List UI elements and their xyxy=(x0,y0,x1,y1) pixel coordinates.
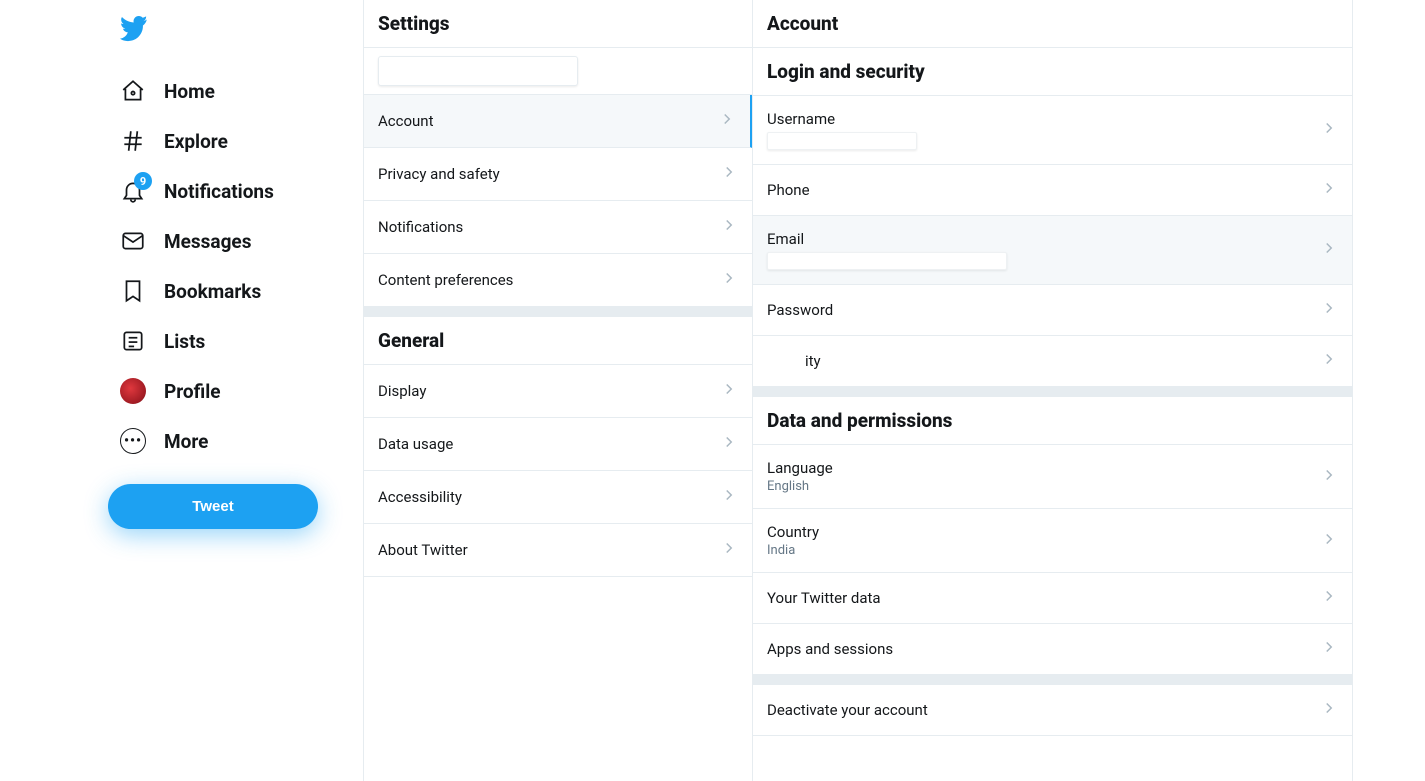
settings-item-label: Content preferences xyxy=(378,271,513,289)
account-item-label: Your Twitter data xyxy=(767,589,881,607)
settings-item-accessibility[interactable]: Accessibility xyxy=(364,471,752,524)
nav-label: Bookmarks xyxy=(164,280,261,303)
account-item-label: Apps and sessions xyxy=(767,640,893,658)
nav-notifications[interactable]: 9 Notifications xyxy=(108,166,363,216)
chevron-right-icon xyxy=(1320,530,1338,552)
nav-lists[interactable]: Lists xyxy=(108,316,363,366)
settings-item-label: About Twitter xyxy=(378,541,468,559)
account-item-label: Deactivate your account xyxy=(767,701,928,719)
nav-profile[interactable]: Profile xyxy=(108,366,363,416)
account-item-apps-sessions[interactable]: Apps and sessions xyxy=(753,624,1352,675)
account-item-password[interactable]: Password xyxy=(753,285,1352,336)
settings-item-account[interactable]: Account xyxy=(364,95,752,148)
nav-label: Lists xyxy=(164,330,205,353)
nav-label: Explore xyxy=(164,130,228,153)
mail-icon xyxy=(120,228,146,254)
account-item-label: Country xyxy=(767,523,819,541)
settings-search-wrap xyxy=(364,48,752,95)
tweet-button[interactable]: Tweet xyxy=(108,484,318,529)
nav-explore[interactable]: Explore xyxy=(108,116,363,166)
settings-item-label: Privacy and safety xyxy=(378,165,500,183)
redacted-value xyxy=(767,252,1007,270)
more-icon: ••• xyxy=(120,428,146,454)
section-divider xyxy=(364,307,752,317)
settings-item-label: Accessibility xyxy=(378,488,462,506)
settings-item-label: Account xyxy=(378,112,434,130)
settings-item-notifications[interactable]: Notifications xyxy=(364,201,752,254)
nav-label: Profile xyxy=(164,380,221,403)
chevron-right-icon xyxy=(1320,179,1338,201)
section-divider xyxy=(753,387,1352,397)
chevron-right-icon xyxy=(1320,638,1338,660)
account-item-language[interactable]: Language English xyxy=(753,445,1352,509)
chevron-right-icon xyxy=(1320,587,1338,609)
redacted-value xyxy=(767,132,917,150)
account-item-label: Email xyxy=(767,230,1007,248)
chevron-right-icon xyxy=(1320,239,1338,261)
nav-more[interactable]: ••• More xyxy=(108,416,363,466)
chevron-right-icon xyxy=(1320,466,1338,488)
account-title: Account xyxy=(753,0,1352,48)
settings-search-input[interactable] xyxy=(378,56,578,86)
login-security-header: Login and security xyxy=(753,48,1352,96)
settings-item-content[interactable]: Content preferences xyxy=(364,254,752,307)
settings-item-label: Data usage xyxy=(378,435,453,453)
nav-label: Home xyxy=(164,80,215,103)
nav-label: Notifications xyxy=(164,180,274,203)
section-divider xyxy=(753,675,1352,685)
settings-item-about[interactable]: About Twitter xyxy=(364,524,752,577)
account-item-label: Username xyxy=(767,110,917,128)
settings-item-label: Display xyxy=(378,382,426,400)
chevron-right-icon xyxy=(1320,699,1338,721)
chevron-right-icon xyxy=(720,163,738,185)
account-item-label: Password xyxy=(767,301,833,319)
account-item-value: English xyxy=(767,479,833,494)
chevron-right-icon xyxy=(720,539,738,561)
nav-label: Messages xyxy=(164,230,251,253)
chevron-right-icon xyxy=(1320,299,1338,321)
settings-item-label: Notifications xyxy=(378,218,463,236)
account-item-value: India xyxy=(767,543,819,558)
chevron-right-icon xyxy=(718,110,736,132)
settings-general-header: General xyxy=(364,317,752,365)
chevron-right-icon xyxy=(720,433,738,455)
account-item-label: Phone xyxy=(767,181,810,199)
settings-title: Settings xyxy=(364,0,752,48)
home-icon xyxy=(120,78,146,104)
account-column: Account Login and security Username Phon… xyxy=(753,0,1353,781)
app-root: Home Explore 9 Notifications Messages xyxy=(0,0,1425,781)
bookmark-icon xyxy=(120,278,146,304)
chevron-right-icon xyxy=(1320,350,1338,372)
account-item-username[interactable]: Username xyxy=(753,96,1352,165)
chevron-right-icon xyxy=(720,380,738,402)
nav-bookmarks[interactable]: Bookmarks xyxy=(108,266,363,316)
list-icon xyxy=(120,328,146,354)
account-item-deactivate[interactable]: Deactivate your account xyxy=(753,685,1352,736)
account-item-phone[interactable]: Phone xyxy=(753,165,1352,216)
settings-item-display[interactable]: Display xyxy=(364,365,752,418)
notification-badge: 9 xyxy=(134,172,152,190)
avatar-icon xyxy=(120,378,146,404)
settings-column: Settings Account Privacy and safety Noti… xyxy=(363,0,753,781)
settings-item-data-usage[interactable]: Data usage xyxy=(364,418,752,471)
nav-home[interactable]: Home xyxy=(108,66,363,116)
hash-icon xyxy=(120,128,146,154)
sidebar: Home Explore 9 Notifications Messages xyxy=(0,0,363,781)
twitter-logo[interactable] xyxy=(108,10,363,66)
nav-label: More xyxy=(164,430,208,453)
account-item-security[interactable]: ity xyxy=(753,336,1352,387)
account-item-twitter-data[interactable]: Your Twitter data xyxy=(753,573,1352,624)
chevron-right-icon xyxy=(720,269,738,291)
account-item-email[interactable]: Email xyxy=(753,216,1352,285)
chevron-right-icon xyxy=(720,486,738,508)
account-item-country[interactable]: Country India xyxy=(753,509,1352,573)
chevron-right-icon xyxy=(1320,119,1338,141)
nav-messages[interactable]: Messages xyxy=(108,216,363,266)
bell-icon: 9 xyxy=(120,178,146,204)
account-item-label: Language xyxy=(767,459,833,477)
data-permissions-header: Data and permissions xyxy=(753,397,1352,445)
chevron-right-icon xyxy=(720,216,738,238)
settings-item-privacy[interactable]: Privacy and safety xyxy=(364,148,752,201)
account-item-label-partial: ity xyxy=(767,352,821,370)
